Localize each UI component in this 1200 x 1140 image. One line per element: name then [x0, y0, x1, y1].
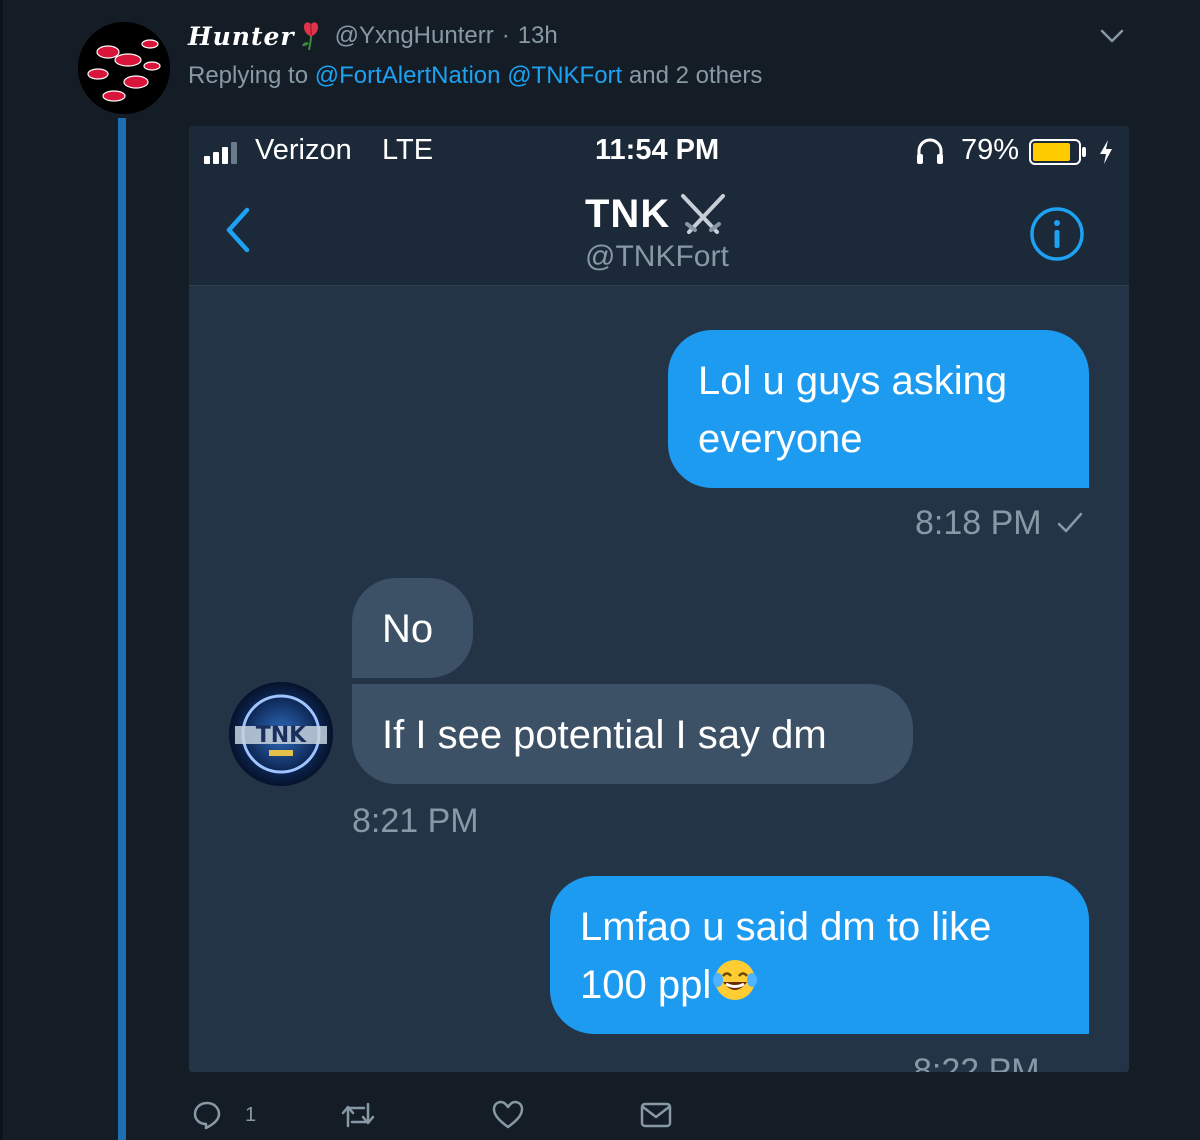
- replying-to: Replying to @FortAlertNation @TNKFort an…: [188, 62, 762, 90]
- mention-link[interactable]: @TNKFort: [507, 62, 622, 89]
- author-avatar[interactable]: [78, 22, 170, 114]
- others-label[interactable]: and 2 others: [629, 62, 762, 89]
- contact-name[interactable]: TNK: [585, 192, 670, 237]
- carrier-label: Verizon: [255, 134, 352, 166]
- attached-image[interactable]: Verizon LTE 11:54 PM 79% TNK @TNKFort Lo…: [189, 126, 1129, 1072]
- envelope-icon[interactable]: [640, 1100, 672, 1130]
- status-bar: Verizon LTE 11:54 PM 79%: [189, 126, 1129, 176]
- tweet-actions: 1: [0, 1090, 1200, 1140]
- status-clock: 11:54 PM: [595, 134, 720, 166]
- message-bubble-received[interactable]: No: [352, 578, 473, 678]
- reply-count: 1: [245, 1104, 257, 1126]
- left-divider: [0, 0, 3, 1140]
- network-label: LTE: [382, 134, 434, 166]
- charging-icon: [1097, 138, 1115, 166]
- message-text: No: [382, 607, 434, 651]
- back-icon[interactable]: [223, 206, 253, 254]
- separator-dot: ·: [501, 22, 510, 49]
- message-text-line: Lol u guys asking: [698, 359, 1008, 403]
- message-bubble-received[interactable]: If I see potential I say dm: [352, 684, 913, 784]
- heart-icon[interactable]: [492, 1100, 524, 1130]
- checkmark-icon: [1055, 510, 1085, 536]
- message-text: If I see potential I say dm: [382, 713, 827, 757]
- message-timestamp-clipped: 8:22 PM: [889, 1052, 1129, 1072]
- battery-percent: 79%: [961, 134, 1020, 166]
- message-timestamp: 8:21 PM: [352, 802, 479, 840]
- message-text-line: 100 ppl: [580, 963, 712, 1007]
- avatar-logo-text: TNK: [256, 723, 307, 748]
- reply-icon[interactable]: [192, 1100, 222, 1130]
- crossed-swords-icon: [677, 190, 729, 240]
- headphones-icon: [915, 136, 945, 166]
- tweet[interactable]: Hunter @YxngHunterr · 13h Replying to @F…: [0, 0, 1200, 1140]
- message-bubble-sent[interactable]: Lol u guys asking everyone: [668, 330, 1089, 488]
- message-bubble-sent[interactable]: Lmfao u said dm to like 100 ppl: [550, 876, 1089, 1034]
- contact-handle[interactable]: @TNKFort: [585, 240, 729, 274]
- author-handle[interactable]: @YxngHunterr: [335, 22, 494, 50]
- tears-of-joy-icon: [711, 956, 759, 1004]
- contact-avatar[interactable]: TNK: [229, 682, 333, 786]
- battery-icon: [1029, 138, 1089, 166]
- info-icon[interactable]: [1029, 206, 1085, 262]
- signal-icon: [203, 140, 243, 164]
- retweet-icon[interactable]: [340, 1100, 376, 1130]
- tweet-header: Hunter @YxngHunterr · 13h: [188, 18, 558, 54]
- display-name[interactable]: Hunter: [188, 22, 295, 51]
- chevron-down-icon[interactable]: [1098, 26, 1126, 46]
- replying-label: Replying to: [188, 62, 309, 89]
- thread-line: [118, 118, 126, 1140]
- dm-header-divider: [189, 285, 1129, 286]
- message-text-line: everyone: [698, 417, 863, 461]
- rose-icon: [299, 21, 323, 51]
- mention-link[interactable]: @FortAlertNation: [315, 62, 501, 89]
- tweet-time[interactable]: 13h: [518, 22, 558, 50]
- message-text-line: Lmfao u said dm to like: [580, 905, 992, 949]
- message-timestamp: 8:22 PM: [913, 1052, 1040, 1072]
- message-timestamp: 8:18 PM: [915, 504, 1042, 542]
